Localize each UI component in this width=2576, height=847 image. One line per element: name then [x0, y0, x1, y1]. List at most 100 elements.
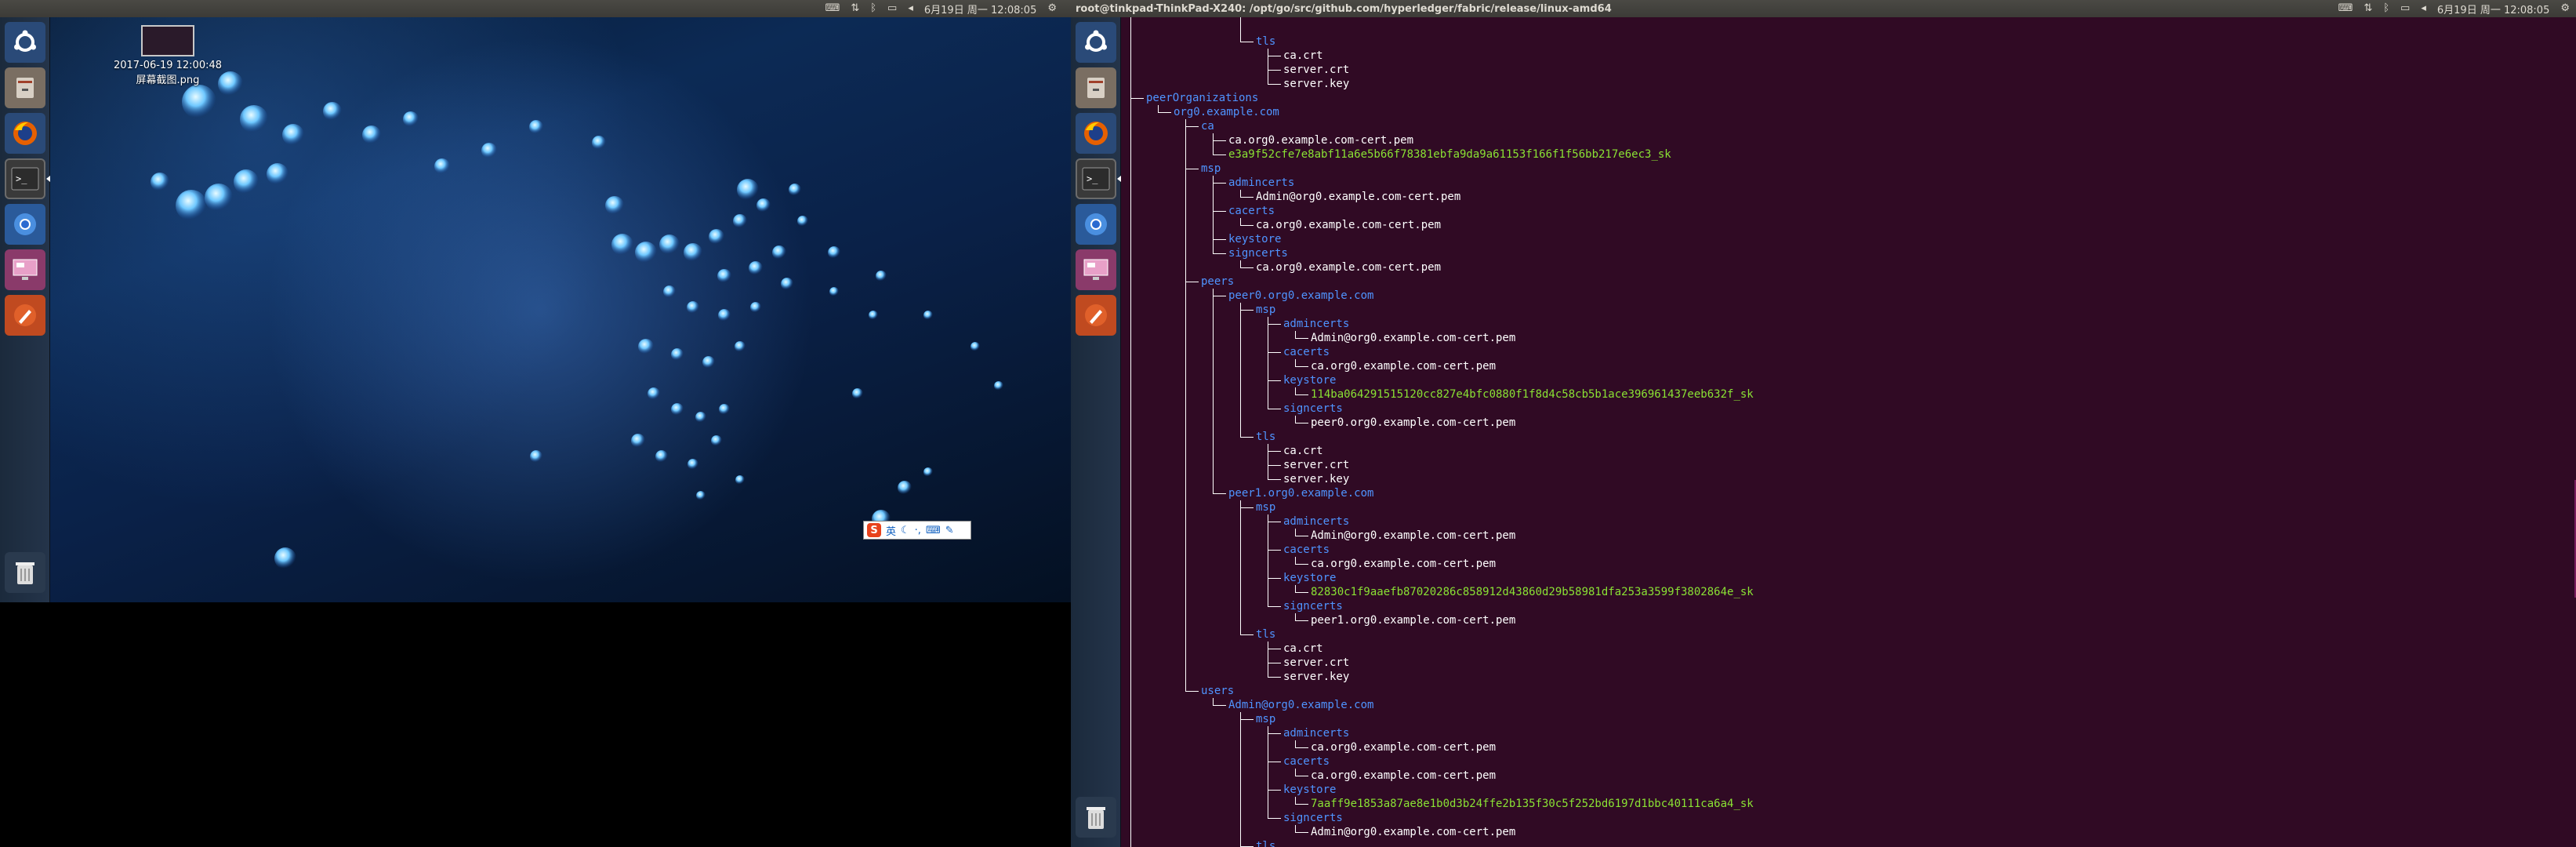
keyboard-icon[interactable]: ⌨ [2338, 0, 2353, 17]
network-icon[interactable]: ⇅ [851, 0, 859, 17]
tree-connector [1185, 684, 1199, 692]
moon-icon[interactable]: ☾ [901, 525, 910, 536]
clock-right[interactable]: 6月19日 周一 12:08:05 [2437, 2, 2549, 16]
file-name: ca.org0.example.com-cert.pem [1228, 134, 1414, 147]
file-name: ca.org0.example.com-cert.pem [1311, 360, 1497, 373]
remote-desktop-button[interactable] [1076, 249, 1116, 290]
bluetooth-icon[interactable]: ᛒ [870, 0, 876, 17]
file-name: server.key [1283, 78, 1350, 90]
directory-name: keystore [1283, 783, 1337, 796]
gear-icon[interactable]: ⚙ [2560, 0, 2570, 17]
file-name: ca.org0.example.com-cert.pem [1256, 219, 1442, 231]
network-icon[interactable]: ⇅ [2364, 0, 2372, 17]
keyboard-icon[interactable]: ⌨ [825, 0, 840, 17]
tree-connector [1213, 246, 1226, 254]
directory-name: cacerts [1228, 205, 1275, 217]
punctuation-icon[interactable]: ·, [915, 525, 921, 536]
tree-connector [1240, 260, 1254, 268]
draw-tool-button[interactable] [5, 295, 45, 336]
volume-icon[interactable]: ◂ [908, 0, 913, 17]
desktop-file-label-2: 屏幕截图.png [136, 75, 200, 86]
sogou-logo-icon: S [867, 523, 881, 537]
firefox-button[interactable] [5, 113, 45, 154]
tree-connector [1240, 627, 1254, 635]
clock[interactable]: 6月19日 周一 12:08:05 [924, 2, 1036, 16]
file-name: Admin@org0.example.com-cert.pem [1256, 191, 1461, 203]
terminal-button[interactable]: >_ [1076, 158, 1121, 199]
desktop-file-screenshot[interactable]: 2017-06-19 12:00:48 屏幕截图.png [97, 25, 238, 86]
ubuntu-dash-button[interactable] [5, 22, 45, 63]
directory-name: tls [1256, 35, 1276, 48]
file-name: peer1.org0.example.com-cert.pem [1311, 614, 1516, 627]
tree-connector [1268, 754, 1281, 762]
pencil-icon [14, 304, 36, 326]
indicator-area: ⌨ ⇅ ᛒ ▭ ◂ 6月19日 周一 12:08:05 ⚙ [825, 0, 1063, 17]
file-name: ca.org0.example.com-cert.pem [1311, 558, 1497, 570]
indicator-area-right: ⌨ ⇅ ᛒ ▭ ◂ 6月19日 周一 12:08:05 ⚙ [2338, 0, 2576, 17]
trash-button[interactable] [1076, 797, 1116, 838]
battery-icon[interactable]: ▭ [887, 0, 897, 17]
ime-status-bar[interactable]: S 英 ☾ ·, ⌨ ✎ [863, 521, 971, 540]
screenshot-thumbnail [141, 25, 194, 56]
tree-connector [1240, 35, 1254, 42]
tree-connector [1240, 303, 1254, 311]
ime-mode-label[interactable]: 英 [886, 523, 896, 538]
ubuntu-logo-icon [14, 30, 36, 52]
firefox-icon [13, 122, 37, 145]
tree-connector [1213, 176, 1226, 184]
tree-guide-line [1295, 416, 1296, 423]
tree-connector [1295, 387, 1308, 395]
bluetooth-icon[interactable]: ᛒ [2383, 0, 2389, 17]
tree-connector [1268, 345, 1281, 353]
file-name: server.crt [1283, 64, 1350, 76]
tree-guide-line [1240, 303, 1241, 437]
desktop-file-label-1: 2017-06-19 12:00:48 [113, 60, 223, 71]
directory-name: admincerts [1283, 318, 1350, 330]
directory-name: cacerts [1283, 755, 1330, 768]
tree-connector [1185, 119, 1199, 127]
tree-connector [1295, 416, 1308, 424]
desktop-wallpaper[interactable]: 2017-06-19 12:00:48 屏幕截图.png S 英 ☾ ·, ⌨ … [50, 17, 1071, 602]
gear-icon[interactable]: ⚙ [1047, 0, 1057, 17]
ubuntu-logo-icon [1085, 30, 1107, 52]
tree-connector [1240, 430, 1254, 438]
draw-tool-button[interactable] [1076, 295, 1116, 336]
wallpaper-droplets [151, 71, 1003, 569]
trash-button[interactable] [5, 552, 45, 593]
tree-guide-line [1213, 176, 1214, 253]
directory-name: cacerts [1283, 346, 1330, 358]
tree-connector [1213, 232, 1226, 240]
chromium-button[interactable] [1076, 204, 1116, 245]
directory-name: tls [1256, 431, 1276, 443]
terminal-window[interactable]: tls ca.crt server.crt server.key peerOrganiz… [1121, 17, 2576, 847]
keyboard-icon[interactable]: ⌨ [926, 525, 941, 536]
ubuntu-dash-button[interactable] [1076, 22, 1116, 63]
key-file-name: 114ba064291515120cc827e4bfc0880f1f8d4c58… [1311, 388, 1754, 401]
tree-connector [1295, 797, 1308, 805]
tree-connector [1295, 585, 1308, 593]
remote-desktop-button[interactable] [5, 249, 45, 290]
trash-icon [16, 562, 34, 584]
chromium-button[interactable] [5, 204, 45, 245]
monitor-icon [13, 259, 38, 280]
offscreen-black-area [0, 602, 1071, 847]
tree-guide-line [1295, 825, 1296, 832]
file-name: server.crt [1283, 656, 1350, 669]
wrench-icon[interactable]: ✎ [945, 525, 954, 536]
tree-guide-line [1295, 387, 1296, 394]
volume-icon[interactable]: ◂ [2421, 0, 2426, 17]
directory-name: tls [1256, 628, 1276, 641]
directory-name: org0.example.com [1174, 106, 1279, 118]
files-button[interactable] [5, 67, 45, 108]
directory-name: peers [1201, 275, 1235, 288]
tree-connector [1240, 839, 1254, 847]
tree-connector [1268, 670, 1281, 678]
tree-connector [1213, 289, 1226, 296]
battery-icon[interactable]: ▭ [2400, 0, 2410, 17]
tree-guide-line [1240, 500, 1241, 634]
files-button[interactable] [1076, 67, 1116, 108]
key-file-name: 7aaff9e1853a87ae8e1b0d3b24ffe2b135f30c5f… [1311, 798, 1754, 810]
terminal-button[interactable]: >_ [5, 158, 50, 199]
tree-guide-line [1295, 331, 1296, 338]
firefox-button[interactable] [1076, 113, 1116, 154]
